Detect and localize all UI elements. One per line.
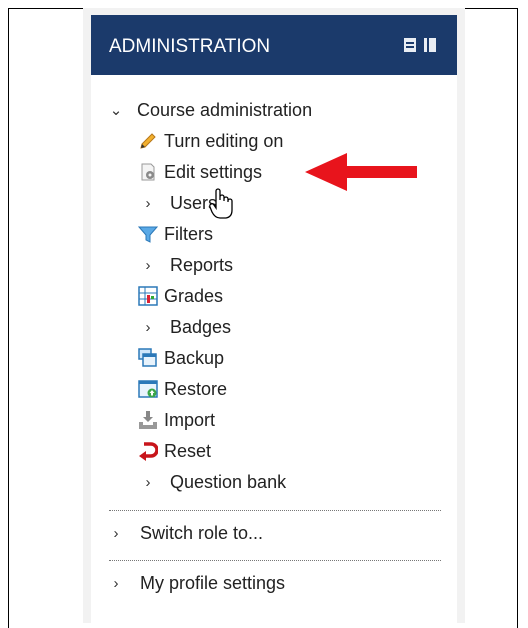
collapse-panel-icon[interactable]	[424, 38, 436, 52]
menu-item-label: Grades	[164, 285, 224, 306]
restore-window-icon	[138, 379, 158, 399]
chevron-right-icon: ›	[113, 574, 119, 592]
grades-table-icon	[138, 286, 158, 306]
administration-block: ADMINISTRATION ⌄ Course administration T…	[91, 15, 457, 623]
chevron-right-icon: ›	[145, 256, 151, 274]
menu-item-label: Question bank	[170, 471, 287, 492]
menu-item-reset[interactable]: Reset	[138, 436, 211, 466]
chevron-right-icon: ›	[113, 524, 119, 542]
pencil-icon	[138, 131, 158, 151]
red-arrow-annotation	[305, 153, 417, 191]
menu-item-backup[interactable]: Backup	[138, 343, 224, 373]
menu-item-badges[interactable]: › Badges	[141, 312, 232, 342]
menu-item-users[interactable]: › Users	[141, 188, 218, 218]
import-tray-icon	[138, 410, 158, 430]
menu-item-reports[interactable]: › Reports	[141, 250, 234, 280]
dock-icon[interactable]	[404, 38, 416, 52]
menu-item-label: Filters	[164, 223, 213, 244]
course-administration-label: Course administration	[137, 99, 313, 120]
my-profile-settings-node[interactable]: › My profile settings	[109, 568, 286, 598]
course-administration-node[interactable]: ⌄ Course administration	[109, 95, 312, 125]
settings-gear-icon	[138, 162, 158, 182]
chevron-right-icon: ›	[145, 473, 151, 491]
backup-windows-icon	[138, 348, 158, 368]
menu-item-label: Import	[164, 409, 216, 430]
menu-item-label: Restore	[164, 378, 228, 399]
menu-item-restore[interactable]: Restore	[138, 374, 227, 404]
menu-item-label: Edit settings	[164, 161, 263, 182]
menu-item-label: Turn editing on	[164, 130, 284, 151]
switch-role-node[interactable]: › Switch role to...	[109, 518, 264, 548]
hand-cursor-icon	[209, 188, 233, 219]
switch-role-label: Switch role to...	[140, 522, 264, 543]
reset-arrow-icon	[138, 441, 159, 461]
block-title: ADMINISTRATION	[109, 36, 271, 57]
menu-item-import[interactable]: Import	[138, 405, 215, 435]
menu-item-grades[interactable]: Grades	[138, 281, 223, 311]
menu-item-filters[interactable]: Filters	[137, 219, 213, 249]
menu-item-edit-settings[interactable]: Edit settings	[138, 157, 262, 187]
chevron-right-icon: ›	[145, 194, 151, 212]
menu-item-label: Reset	[164, 440, 212, 461]
menu-item-label: Backup	[164, 347, 225, 368]
menu-item-label: Reports	[170, 254, 234, 275]
menu-item-turn-editing-on[interactable]: Turn editing on	[138, 126, 283, 156]
filter-funnel-icon	[137, 224, 159, 244]
divider	[109, 510, 441, 511]
chevron-down-icon: ⌄	[109, 102, 123, 119]
my-profile-settings-label: My profile settings	[140, 572, 286, 593]
block-header: ADMINISTRATION	[91, 15, 457, 75]
chevron-right-icon: ›	[145, 318, 151, 336]
divider	[109, 560, 441, 561]
menu-item-label: Badges	[170, 316, 232, 337]
menu-item-question-bank[interactable]: › Question bank	[141, 467, 287, 497]
